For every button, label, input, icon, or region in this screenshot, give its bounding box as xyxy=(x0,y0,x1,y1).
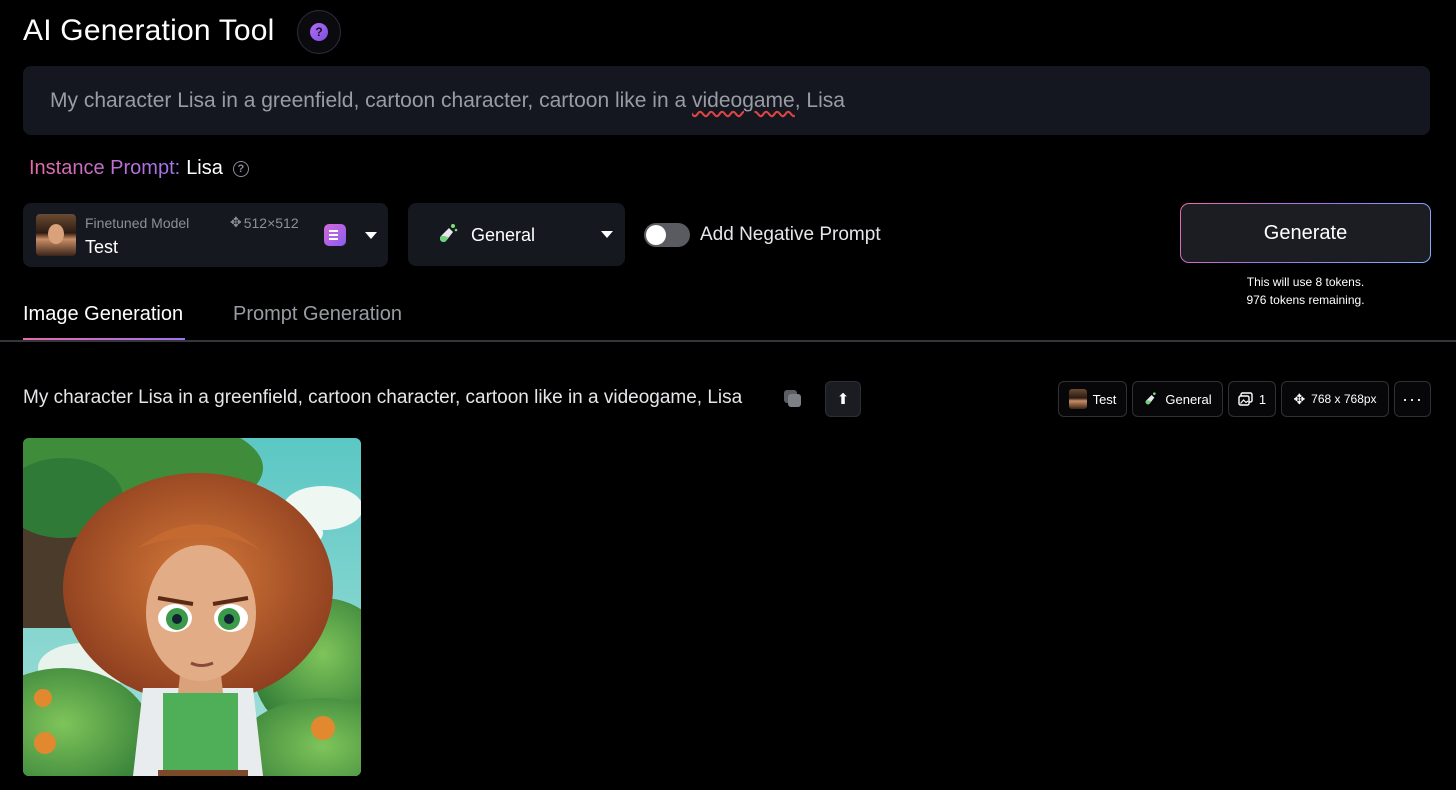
flask-icon xyxy=(436,222,460,252)
question-circle-icon[interactable]: ? xyxy=(232,160,249,177)
prompt-text-misspelled: videogame xyxy=(692,88,795,112)
result-prompt-text: My character Lisa in a greenfield, carto… xyxy=(23,387,743,408)
tab-prompt-generation[interactable]: Prompt Generation xyxy=(233,303,402,326)
images-icon xyxy=(1238,392,1253,406)
move-arrows-icon: ✥ xyxy=(230,214,242,230)
token-remaining: 976 tokens remaining. xyxy=(1246,293,1365,307)
model-size-value: 512×512 xyxy=(243,214,299,231)
prompt-text-part: , Lisa xyxy=(794,88,845,112)
chevron-down-icon xyxy=(601,231,613,238)
edit-model-icon[interactable] xyxy=(324,224,346,246)
arrow-up-icon: ⬆ xyxy=(836,391,850,408)
generated-image-art xyxy=(23,438,361,776)
more-options-button[interactable]: ··· xyxy=(1394,381,1431,417)
reuse-prompt-button[interactable]: ⬆ xyxy=(825,381,861,417)
style-dropdown[interactable]: General xyxy=(408,203,625,266)
question-icon: ? xyxy=(310,23,328,41)
tabs-divider xyxy=(0,340,1456,342)
copy-icon[interactable] xyxy=(782,388,804,410)
style-label: General xyxy=(471,225,536,245)
move-arrows-icon: ✥ xyxy=(1293,390,1306,407)
result-model-label: Test xyxy=(1092,391,1117,407)
flask-icon xyxy=(1146,392,1157,405)
help-button[interactable]: ? xyxy=(297,10,341,54)
tab-image-generation[interactable]: Image Generation xyxy=(23,303,183,326)
result-count-label: 1 xyxy=(1258,391,1267,407)
result-size-label: 768 x 768px xyxy=(1311,392,1377,406)
generated-image[interactable] xyxy=(23,438,361,776)
model-size: ✥ 512×512 xyxy=(230,214,299,231)
result-model-chip[interactable]: Test xyxy=(1058,381,1127,417)
chevron-down-icon xyxy=(365,232,377,239)
token-info: This will use 8 tokens. 976 tokens remai… xyxy=(1180,273,1431,309)
model-avatar xyxy=(36,214,76,256)
negative-prompt-label: Add Negative Prompt xyxy=(700,224,881,245)
prompt-input-text: My character Lisa in a greenfield, carto… xyxy=(50,89,845,113)
token-usage: This will use 8 tokens. xyxy=(1246,275,1365,289)
prompt-input[interactable]: My character Lisa in a greenfield, carto… xyxy=(23,66,1430,135)
page-title: AI Generation Tool xyxy=(23,14,275,47)
result-style-label: General xyxy=(1165,391,1212,407)
model-caption: Finetuned Model xyxy=(85,215,190,231)
result-count-chip[interactable]: 1 xyxy=(1228,381,1276,417)
instance-prompt-value: Lisa xyxy=(186,157,223,179)
model-dropdown[interactable]: Finetuned Model ✥ 512×512 Test xyxy=(23,203,388,267)
prompt-text-part: My character Lisa in a greenfield, carto… xyxy=(50,88,692,112)
instance-prompt-label: Instance Prompt: xyxy=(29,157,181,179)
negative-prompt-toggle[interactable] xyxy=(644,223,690,247)
result-size-chip[interactable]: ✥ 768 x 768px xyxy=(1281,381,1389,417)
generate-button[interactable]: Generate xyxy=(1180,203,1431,263)
instance-prompt: Instance Prompt: Lisa ? xyxy=(29,157,249,180)
model-name: Test xyxy=(85,237,119,257)
result-style-chip[interactable]: General xyxy=(1132,381,1223,417)
model-avatar xyxy=(1068,389,1087,409)
ellipsis-icon: ··· xyxy=(1402,388,1423,409)
